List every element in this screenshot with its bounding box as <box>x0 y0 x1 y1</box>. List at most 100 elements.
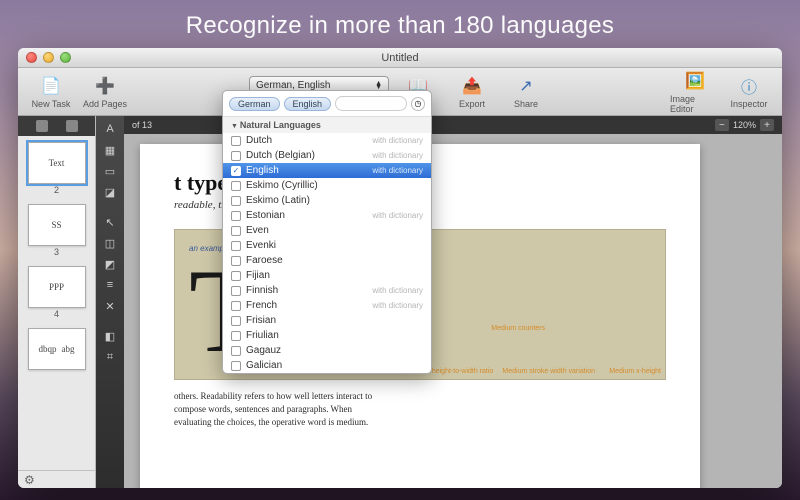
language-option[interactable]: Galician <box>223 358 431 373</box>
export-button[interactable]: 📤 Export <box>447 74 497 109</box>
annotation-stroke: Medium stroke width variation <box>502 368 595 375</box>
checkbox-icon[interactable] <box>231 361 241 371</box>
language-option[interactable]: Eskimo (Cyrillic) <box>223 178 431 193</box>
share-label: Share <box>514 99 538 109</box>
checkbox-icon[interactable] <box>231 226 241 236</box>
list-view-icon[interactable] <box>66 120 78 132</box>
gear-icon[interactable]: ⚙ <box>24 473 35 487</box>
checkbox-icon[interactable] <box>231 151 241 161</box>
language-option[interactable]: Finnish with dictionary <box>223 283 431 298</box>
image-editor-button[interactable]: 🖼️ Image Editor <box>670 69 720 114</box>
picture-area-tool-icon[interactable]: ▭ <box>100 162 120 180</box>
language-name: Fijian <box>246 270 270 281</box>
export-icon: 📤 <box>458 74 486 98</box>
language-name: Finnish <box>246 285 278 296</box>
language-option[interactable]: Eskimo (Latin) <box>223 193 431 208</box>
checkbox-icon[interactable] <box>231 286 241 296</box>
dictionary-badge: with dictionary <box>372 151 423 160</box>
language-option[interactable]: Evenki <box>223 238 431 253</box>
share-icon: ↗ <box>512 74 540 98</box>
table-area-tool-icon[interactable]: ▦ <box>100 141 120 159</box>
eraser-tool-icon[interactable]: ◧ <box>100 327 120 345</box>
language-option[interactable]: French with dictionary <box>223 298 431 313</box>
window-title: Untitled <box>18 52 782 64</box>
language-search-input[interactable] <box>335 96 407 111</box>
language-option[interactable]: Faroese <box>223 253 431 268</box>
new-task-button[interactable]: 📄 New Task <box>26 74 76 109</box>
checkbox-icon[interactable] <box>231 196 241 206</box>
language-section-header[interactable]: Natural Languages <box>223 117 431 133</box>
language-option[interactable]: Even <box>223 223 431 238</box>
add-pages-icon: ➕ <box>91 74 119 98</box>
language-name: Dutch <box>246 135 272 146</box>
checkbox-icon[interactable] <box>231 211 241 221</box>
checkbox-icon[interactable]: ✓ <box>231 166 241 176</box>
language-name: English <box>246 165 279 176</box>
add-pages-label: Add Pages <box>83 99 127 109</box>
inspector-button[interactable]: ⓘ Inspector <box>724 74 774 109</box>
language-name: Evenki <box>246 240 276 251</box>
checkbox-icon[interactable] <box>231 331 241 341</box>
thumbnails-panel: Text2 SS3 PPP4 dbqpabg ⚙ <box>18 116 96 488</box>
thumb-view-icon[interactable] <box>36 120 48 132</box>
add-pages-button[interactable]: ➕ Add Pages <box>80 74 130 109</box>
language-name: Friulian <box>246 330 279 341</box>
cut-part-tool-icon[interactable]: ◩ <box>100 255 120 273</box>
inspector-label: Inspector <box>730 99 767 109</box>
order-tool-icon[interactable]: ≡ <box>100 276 120 294</box>
thumbnail-page[interactable]: dbqpabg <box>28 328 86 370</box>
checkbox-icon[interactable] <box>231 316 241 326</box>
inspector-icon: ⓘ <box>735 74 763 98</box>
thumbnail-page[interactable]: Text2 <box>28 142 86 184</box>
language-name: Eskimo (Cyrillic) <box>246 180 318 191</box>
language-name: Faroese <box>246 255 283 266</box>
language-name: Eskimo (Latin) <box>246 195 310 206</box>
language-pill-german[interactable]: German <box>229 97 280 111</box>
delete-tool-icon[interactable]: ✕ <box>100 297 120 315</box>
crop-tool-icon[interactable]: ⌗ <box>100 348 120 366</box>
language-option[interactable]: Frisian <box>223 313 431 328</box>
checkbox-icon[interactable] <box>231 301 241 311</box>
thumbnails-footer: ⚙ <box>18 470 95 488</box>
dictionary-badge: with dictionary <box>372 301 423 310</box>
thumbnail-page[interactable]: SS3 <box>28 204 86 246</box>
language-option[interactable]: Dutch (Belgian) with dictionary <box>223 148 431 163</box>
dictionary-badge: with dictionary <box>372 286 423 295</box>
language-name: Gagauz <box>246 345 281 356</box>
thumbnails-header <box>18 116 95 136</box>
tool-palette: A ▦ ▭ ◪ ↖ ◫ ◩ ≡ ✕ ◧ ⌗ <box>96 116 124 488</box>
zoom-in-button[interactable]: + <box>760 119 774 131</box>
new-task-label: New Task <box>32 99 71 109</box>
language-name: Even <box>246 225 269 236</box>
export-label: Export <box>459 99 485 109</box>
language-option[interactable]: Friulian <box>223 328 431 343</box>
text-area-tool-icon[interactable]: A <box>100 120 120 138</box>
language-option[interactable]: Estonianwith dictionary <box>223 208 431 223</box>
thumbnails-list[interactable]: Text2 SS3 PPP4 dbqpabg <box>18 136 95 470</box>
add-part-tool-icon[interactable]: ◫ <box>100 234 120 252</box>
checkbox-icon[interactable] <box>231 241 241 251</box>
thumbnail-page[interactable]: PPP4 <box>28 266 86 308</box>
pointer-tool-icon[interactable]: ↖ <box>100 213 120 231</box>
checkbox-icon[interactable] <box>231 256 241 266</box>
checkbox-icon[interactable] <box>231 136 241 146</box>
checkbox-icon[interactable] <box>231 271 241 281</box>
recent-icon[interactable]: ◷ <box>411 97 425 111</box>
language-option[interactable]: Gagauz <box>223 343 431 358</box>
language-option[interactable]: Fijian <box>223 268 431 283</box>
language-name: French <box>246 300 277 311</box>
dictionary-badge: with dictionary <box>372 166 423 175</box>
language-pill-english[interactable]: English <box>284 97 332 111</box>
zoom-out-button[interactable]: − <box>715 119 729 131</box>
new-task-icon: 📄 <box>37 74 65 98</box>
checkbox-icon[interactable] <box>231 181 241 191</box>
share-button[interactable]: ↗ Share <box>501 74 551 109</box>
language-option[interactable]: Dutchwith dictionary <box>223 133 431 148</box>
popover-header: German English ◷ <box>223 91 431 117</box>
language-list[interactable]: Dutchwith dictionaryDutch (Belgian)with … <box>223 133 431 373</box>
checkbox-icon[interactable] <box>231 346 241 356</box>
language-name: Dutch (Belgian) <box>246 150 315 161</box>
language-popover: German English ◷ Natural Languages Dutch… <box>222 90 432 374</box>
background-area-tool-icon[interactable]: ◪ <box>100 183 120 201</box>
language-option[interactable]: ✓ English with dictionary <box>223 163 431 178</box>
